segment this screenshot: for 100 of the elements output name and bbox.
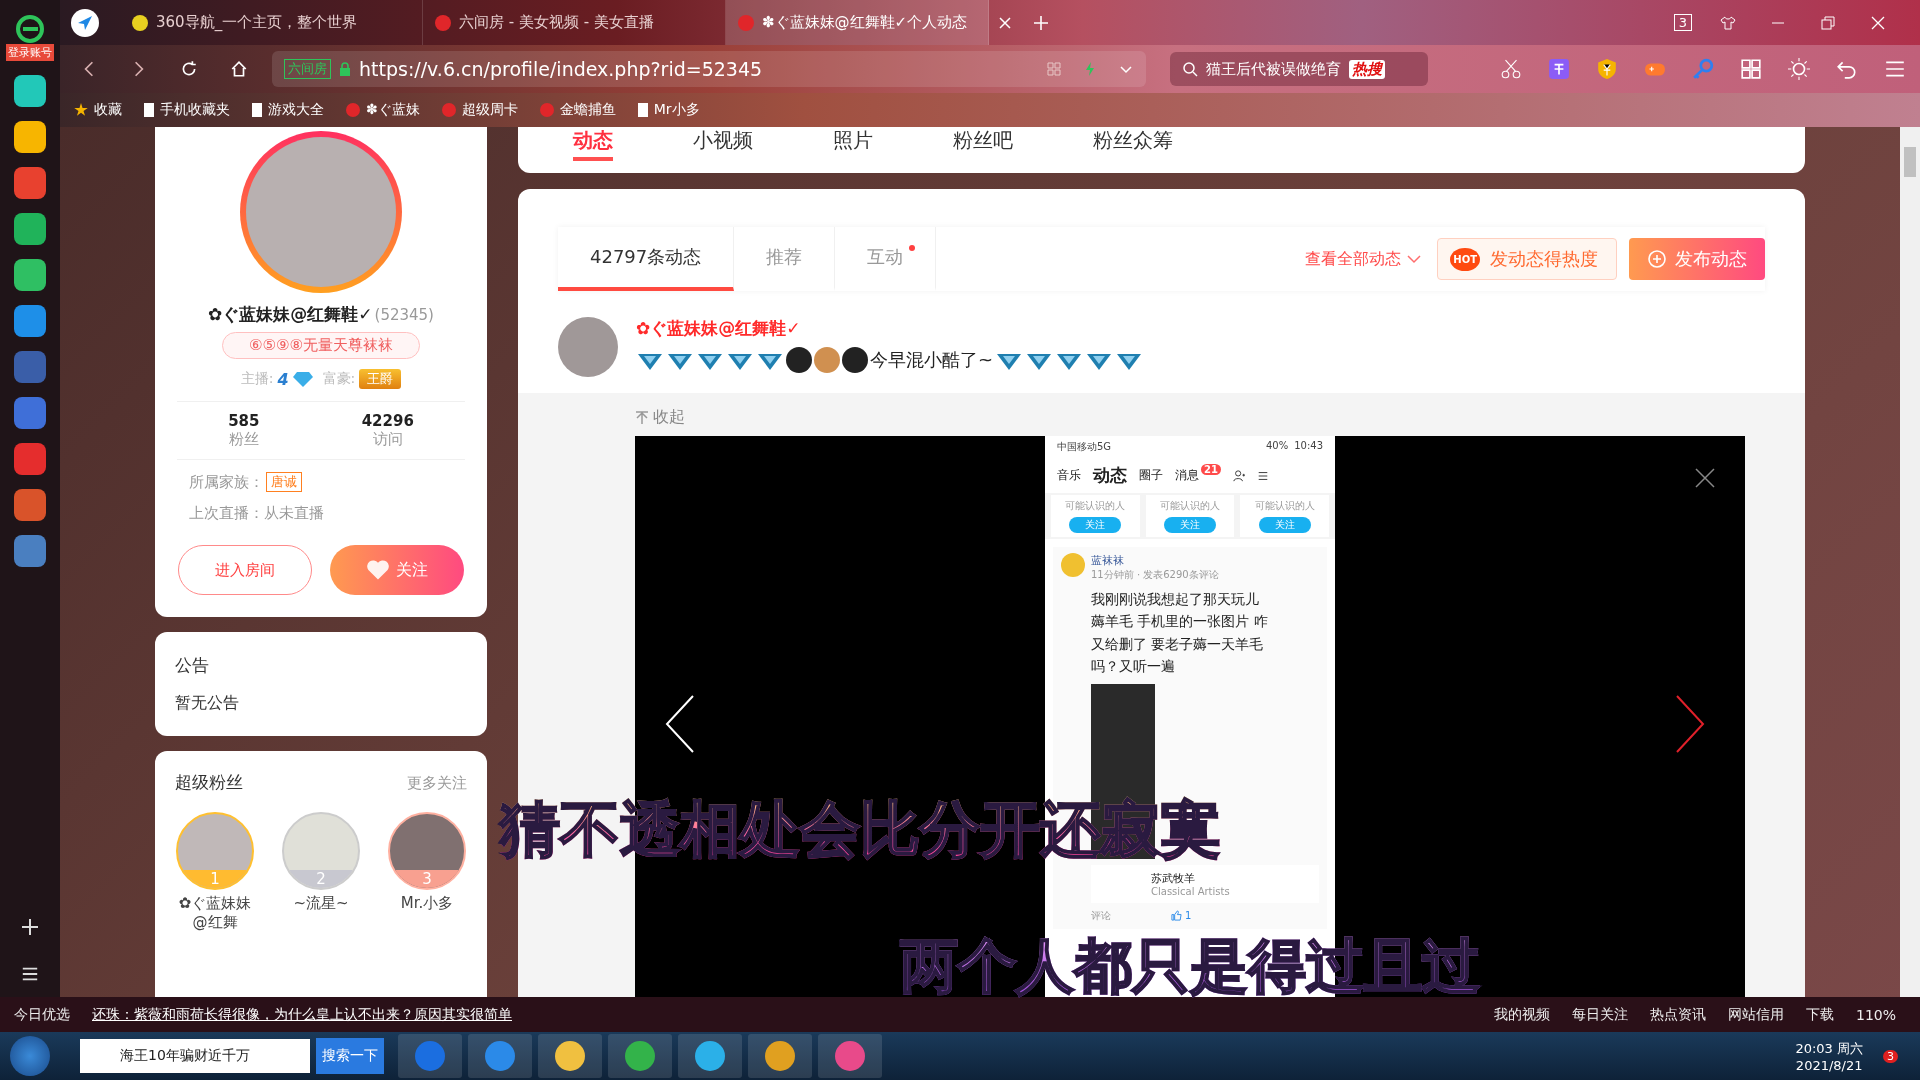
tab-count[interactable]: 3: [1673, 14, 1692, 31]
browser-tab[interactable]: ✽ぐ蓝妹妹@红舞鞋✓个人动态: [726, 0, 989, 45]
app-tab[interactable]: 动态: [1093, 464, 1127, 487]
shield-yen-icon[interactable]: [1596, 58, 1618, 80]
bookmark-item[interactable]: ✽ぐ蓝妹: [346, 101, 420, 119]
sidebar-app-icon[interactable]: [14, 259, 46, 291]
bookmark-item[interactable]: 收藏: [74, 101, 122, 119]
fan-name[interactable]: ✿ぐ蓝妹妹@红舞: [175, 894, 255, 932]
taskbar-app-icon[interactable]: [748, 1034, 812, 1078]
scissors-icon[interactable]: [1500, 58, 1522, 80]
post-author[interactable]: ✿ぐ蓝妹妹@红舞鞋✓: [636, 317, 1144, 340]
status-bar-item[interactable]: 每日关注: [1571, 1005, 1628, 1024]
anchor-label: 主播:: [240, 370, 274, 388]
apps-grid-icon[interactable]: [1740, 58, 1762, 80]
sidebar-app-icon[interactable]: [14, 489, 46, 521]
heart-icon: [366, 559, 390, 581]
profile-nav-tab[interactable]: 动态: [573, 127, 613, 161]
start-button[interactable]: [10, 1036, 50, 1076]
super-fans-title: 超级粉丝: [175, 771, 243, 794]
bookmark-item[interactable]: 金蟾捕鱼: [539, 101, 616, 119]
new-tab-icon[interactable]: [1033, 14, 1049, 31]
chevron-down-icon: [1407, 254, 1422, 264]
close-icon[interactable]: [1695, 468, 1715, 488]
search-button[interactable]: 搜索一下: [316, 1038, 384, 1074]
notice-text: 暂无公告: [175, 693, 240, 714]
bookmark-icon: [144, 103, 154, 117]
zoom-level[interactable]: 110%: [1855, 1006, 1896, 1023]
address-field[interactable]: 六间房 https://v.6.cn/profile/index.php?rid=52345: [272, 51, 1146, 87]
status-bar-item[interactable]: 网站信用: [1727, 1005, 1784, 1024]
profile-nav-tab[interactable]: 粉丝众筹: [1093, 127, 1173, 161]
rich-label: 富豪:: [322, 370, 356, 388]
brightness-icon[interactable]: [1788, 58, 1810, 80]
menu-icon[interactable]: [21, 965, 39, 983]
like-button[interactable]: 1: [1171, 908, 1192, 923]
post-meta: 11分钟前 · 发表6290条评论: [1091, 568, 1219, 582]
bookmark-item[interactable]: 手机收藏夹: [144, 101, 230, 119]
taskbar-search-field[interactable]: 海王10年骗财近千万: [80, 1039, 310, 1073]
sidebar-app-icon[interactable]: [14, 121, 46, 153]
menu-icon[interactable]: [1256, 469, 1269, 482]
notification-count[interactable]: 3: [1883, 1049, 1898, 1063]
diamond-icon: [292, 371, 313, 387]
taskbar-app-icon[interactable]: [818, 1034, 882, 1078]
news-label[interactable]: 今日优选: [14, 1005, 70, 1024]
app-tab[interactable]: 音乐: [1057, 467, 1081, 484]
stat-label: 访问: [372, 430, 403, 449]
plus-circle-icon: [1647, 249, 1667, 269]
login-button[interactable]: 登录账号: [6, 44, 54, 61]
hot-search-label[interactable]: 热搜: [1349, 59, 1385, 79]
reload-icon[interactable]: [180, 60, 198, 78]
bookmark-icon: [441, 103, 456, 117]
post-text: 今早混小酷了~: [870, 348, 994, 372]
status-bar-item[interactable]: 我的视频: [1493, 1005, 1550, 1024]
fan-name[interactable]: Mr.小多: [387, 894, 467, 913]
author-avatar[interactable]: [558, 317, 618, 377]
sidebar-app-icon[interactable]: [14, 213, 46, 245]
lock-icon: [339, 62, 351, 76]
close-tab-icon[interactable]: [999, 16, 1011, 29]
feed-tab[interactable]: 42797条动态: [558, 227, 735, 291]
sidebar-app-icon[interactable]: [14, 305, 46, 337]
bookmark-item[interactable]: 游戏大全: [252, 101, 324, 119]
restore-icon[interactable]: [1820, 14, 1836, 31]
song-title: 苏武牧羊: [1151, 870, 1196, 886]
translate-icon[interactable]: [1548, 58, 1570, 80]
clock-date[interactable]: 2021/8/21: [1795, 1057, 1863, 1073]
stat-label: 粉丝: [228, 430, 259, 449]
add-user-icon[interactable]: [1232, 469, 1245, 482]
download-button[interactable]: 下载: [1805, 1005, 1834, 1024]
taskbar-app-icon[interactable]: [678, 1034, 742, 1078]
taskbar-app-icon[interactable]: [608, 1034, 672, 1078]
profile-nav-tab[interactable]: 粉丝吧: [953, 127, 1013, 161]
bookmark-item[interactable]: 超级周卡: [441, 101, 518, 119]
taskbar-app-icon[interactable]: [468, 1034, 532, 1078]
sidebar-app-icon[interactable]: [14, 75, 46, 107]
profile-nav-tab[interactable]: 照片: [833, 127, 873, 161]
suggestion-card: 可能认识的人 关注: [1145, 495, 1235, 537]
taskbar-app-icon[interactable]: [538, 1034, 602, 1078]
bookmark-icon: [74, 103, 88, 117]
home-icon[interactable]: [230, 60, 248, 78]
app-tab[interactable]: 消息: [1175, 467, 1199, 484]
status-bar-item[interactable]: 热点资讯: [1649, 1005, 1706, 1024]
app-tab[interactable]: 圈子: [1139, 467, 1163, 484]
arrow-up-icon: [635, 410, 649, 425]
news-headline-link[interactable]: 还珠：紫薇和雨荷长得很像，为什么皇上认不出来？原因其实很简单: [92, 1005, 512, 1024]
sidebar-app-icon[interactable]: [14, 443, 46, 475]
sidebar-app-icon[interactable]: [14, 535, 46, 567]
stat-value: 585: [228, 412, 260, 430]
scrollbar[interactable]: [1900, 127, 1920, 997]
emoji-icon: [786, 347, 812, 373]
site-favicon-icon: [132, 14, 148, 31]
add-icon[interactable]: [20, 917, 40, 937]
skin-icon[interactable]: [1720, 14, 1736, 31]
profile-nav-tab[interactable]: 小视频: [693, 127, 753, 161]
sidebar-app-icon[interactable]: [14, 167, 46, 199]
clock-time[interactable]: 20:03 周六: [1795, 1039, 1863, 1058]
browser-logo-icon[interactable]: [15, 14, 45, 44]
bookmark-item[interactable]: Mr小多: [637, 101, 700, 119]
profile-name: ✿ぐ蓝妹妹@红舞鞋✓: [208, 303, 373, 326]
enter-room-button[interactable]: 进入房间: [178, 545, 312, 595]
search-field[interactable]: 猫王后代被误做绝育 热搜: [1170, 52, 1428, 86]
fan-name[interactable]: ~流星~: [281, 894, 361, 913]
